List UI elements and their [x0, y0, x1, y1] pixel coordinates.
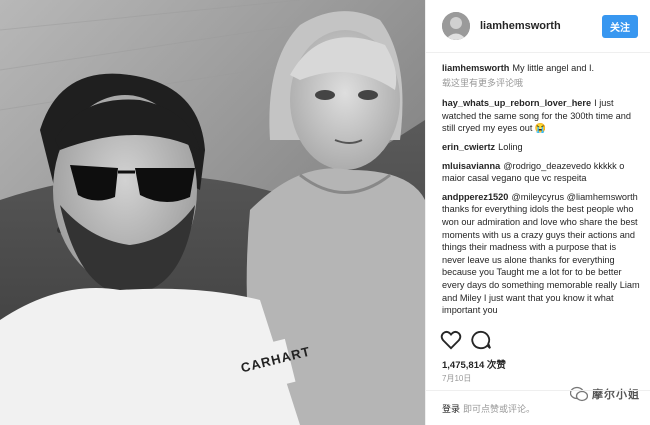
caption-text: My little angel and I. [512, 63, 595, 73]
login-footer: 登录 即可点赞或评论。 [426, 390, 650, 425]
photo-illustration [0, 0, 425, 425]
avatar[interactable] [442, 12, 470, 40]
caption-username[interactable]: liamhemsworth [442, 63, 509, 73]
comment-text: @mileycyrus @liamhemsworth thanks for ev… [442, 191, 640, 316]
follow-button[interactable]: 关注 [602, 14, 638, 38]
post-sidebar: liamhemsworth 关注 liamhemsworth My little … [425, 0, 650, 425]
caption: liamhemsworth My little angel and I. [442, 62, 640, 75]
comment: erin_cwiertz Loling [442, 141, 640, 154]
comments-list: liamhemsworth My little angel and I. 载这里有… [442, 62, 640, 330]
heart-icon[interactable] [440, 330, 462, 350]
comment: hay_whats_up_reborn_lover_here I just wat… [442, 97, 640, 135]
post-date: 7月10日 [442, 374, 472, 383]
avatar-image [442, 12, 470, 40]
instagram-post: CARHART liamhemsworth 关注 liamhemsworth My… [0, 0, 650, 425]
comment-icon[interactable] [470, 330, 492, 350]
comment-username[interactable]: andpperez1520 [442, 192, 508, 202]
like-count[interactable]: 1,475,814 次赞 [442, 357, 506, 371]
comment-text: Loling [498, 141, 523, 152]
comment-username[interactable]: hay_whats_up_reborn_lover_here [442, 98, 591, 108]
view-more-comments[interactable]: 载这里有更多评论哦 [442, 77, 640, 90]
login-prompt: 即可点赞或评论。 [463, 403, 536, 414]
comment: mluisavianna @rodrigo_deazevedo kkkkk o m… [442, 160, 640, 185]
post-photo[interactable]: CARHART [0, 0, 425, 425]
comment-username[interactable]: mluisavianna [442, 161, 500, 171]
comment: andpperez1520 @mileycyrus @liamhemsworth … [442, 191, 640, 317]
login-link[interactable]: 登录 [442, 402, 460, 415]
post-header: liamhemsworth 关注 [426, 0, 650, 53]
action-bar [440, 330, 492, 350]
header-username[interactable]: liamhemsworth [480, 20, 602, 32]
comment-username[interactable]: erin_cwiertz [442, 142, 495, 152]
